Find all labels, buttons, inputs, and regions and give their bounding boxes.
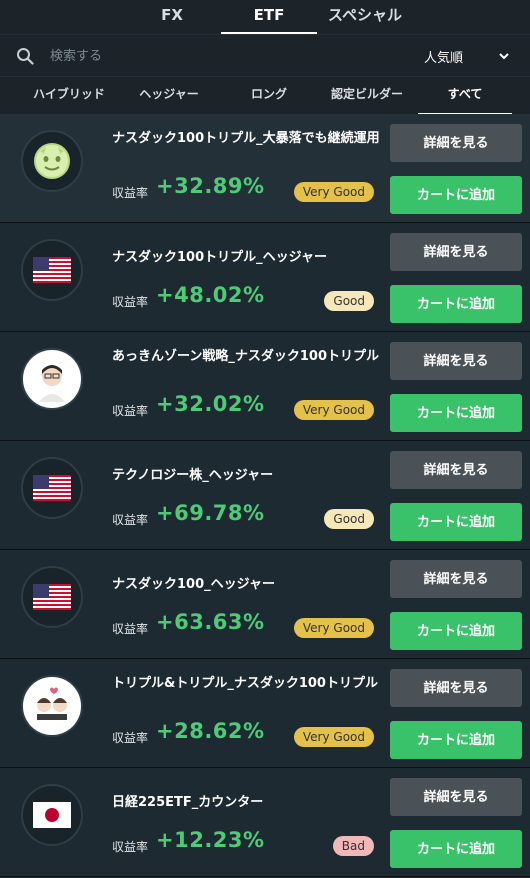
- rating-badge: Good: [324, 509, 374, 529]
- chevron-down-icon: [499, 53, 509, 60]
- product-avatar: [21, 784, 83, 846]
- product-title: テクノロジー株_ヘッジャー: [112, 468, 274, 483]
- return-label: 収益率: [112, 295, 149, 309]
- return-label: 収益率: [112, 404, 149, 418]
- rating-badge: Bad: [332, 836, 374, 856]
- return-label: 収益率: [112, 731, 149, 745]
- tab-all[interactable]: すべて: [418, 77, 512, 115]
- return-label: 収益率: [112, 840, 149, 854]
- us-flag-icon: [33, 475, 71, 501]
- green-mascot-icon: [34, 143, 70, 179]
- tab-etf[interactable]: ETF: [221, 0, 317, 34]
- product-card: ナスダック100トリプル_大暴落でも継続運用 収益率 +32.89% Very …: [0, 114, 530, 223]
- view-details-button[interactable]: 詳細を見る: [390, 778, 522, 816]
- product-avatar: [21, 566, 83, 628]
- product-title: ナスダック100トリプル_大暴落でも継続運用: [112, 131, 380, 146]
- product-title: 日経225ETF_カウンター: [112, 795, 264, 810]
- rating-badge: Very Good: [293, 727, 374, 747]
- return-label: 収益率: [112, 186, 149, 200]
- view-details-button[interactable]: 詳細を見る: [390, 560, 522, 598]
- product-card: 日経225ETF_カウンター 収益率 +12.23% Bad 詳細を見る カート…: [0, 768, 530, 877]
- add-to-cart-button[interactable]: カートに追加: [390, 503, 522, 541]
- tab-long[interactable]: ロング: [220, 77, 318, 115]
- product-list: ナスダック100トリプル_大暴落でも継続運用 収益率 +32.89% Very …: [0, 114, 530, 878]
- tab-fx[interactable]: FX: [124, 0, 220, 34]
- product-card: トリプル&トリプル_ナスダック100トリプル 収益率 +28.62% Very …: [0, 659, 530, 768]
- return-label: 収益率: [112, 622, 149, 636]
- tab-hedger[interactable]: ヘッジャー: [120, 77, 218, 115]
- view-details-button[interactable]: 詳細を見る: [390, 233, 522, 271]
- return-value: +12.23%: [156, 828, 265, 852]
- us-flag-icon: [33, 257, 71, 283]
- product-title: トリプル&トリプル_ナスダック100トリプル: [112, 676, 378, 691]
- product-card: あっきんゾーン戦略_ナスダック100トリプル 収益率 +32.02% Very …: [0, 332, 530, 441]
- add-to-cart-button[interactable]: カートに追加: [390, 721, 522, 759]
- us-flag-icon: [33, 584, 71, 610]
- product-title: ナスダック100_ヘッジャー: [112, 577, 275, 592]
- product-avatar: [21, 239, 83, 301]
- add-to-cart-button[interactable]: カートに追加: [390, 176, 522, 214]
- return-value: +28.62%: [156, 719, 265, 743]
- product-avatar: [21, 348, 83, 410]
- sort-label: 人気順: [424, 50, 464, 66]
- search-input[interactable]: [50, 44, 350, 68]
- return-value: +63.63%: [156, 610, 265, 634]
- view-details-button[interactable]: 詳細を見る: [390, 342, 522, 380]
- top-tab-bar: FX ETF スペシャル: [0, 0, 530, 34]
- filter-tab-bar: ハイブリッド ヘッジャー ロング 認定ビルダー すべて: [0, 76, 530, 115]
- rating-badge: Very Good: [293, 400, 374, 420]
- product-card: テクノロジー株_ヘッジャー 収益率 +69.78% Good 詳細を見る カート…: [0, 441, 530, 550]
- rating-badge: Good: [324, 291, 374, 311]
- product-card: ナスダック100_ヘッジャー 収益率 +63.63% Very Good 詳細を…: [0, 550, 530, 659]
- search-bar: 人気順: [0, 34, 530, 76]
- return-label: 収益率: [112, 513, 149, 527]
- return-value: +48.02%: [156, 283, 265, 307]
- add-to-cart-button[interactable]: カートに追加: [390, 830, 522, 868]
- tab-hybrid[interactable]: ハイブリッド: [20, 77, 118, 115]
- add-to-cart-button[interactable]: カートに追加: [390, 285, 522, 323]
- return-value: +69.78%: [156, 501, 265, 525]
- product-avatar: [21, 457, 83, 519]
- person-avatar-icon: [29, 356, 75, 402]
- search-icon: [17, 48, 34, 65]
- return-value: +32.02%: [156, 392, 265, 416]
- rating-badge: Very Good: [293, 182, 374, 202]
- view-details-button[interactable]: 詳細を見る: [390, 451, 522, 489]
- product-title: あっきんゾーン戦略_ナスダック100トリプル: [112, 349, 379, 364]
- rating-badge: Very Good: [293, 618, 374, 638]
- add-to-cart-button[interactable]: カートに追加: [390, 394, 522, 432]
- couple-avatar-icon: [29, 683, 75, 729]
- tab-special[interactable]: スペシャル: [317, 0, 413, 34]
- product-avatar: [21, 130, 83, 192]
- sort-select[interactable]: 人気順: [418, 35, 530, 77]
- add-to-cart-button[interactable]: カートに追加: [390, 612, 522, 650]
- product-card: ナスダック100トリプル_ヘッジャー 収益率 +48.02% Good 詳細を見…: [0, 223, 530, 332]
- tab-certified-builder[interactable]: 認定ビルダー: [318, 77, 416, 115]
- product-title: ナスダック100トリプル_ヘッジャー: [112, 250, 327, 265]
- return-value: +32.89%: [156, 174, 265, 198]
- view-details-button[interactable]: 詳細を見る: [390, 669, 522, 707]
- japan-flag-icon: [33, 802, 71, 828]
- product-avatar: [21, 675, 83, 737]
- view-details-button[interactable]: 詳細を見る: [390, 124, 522, 162]
